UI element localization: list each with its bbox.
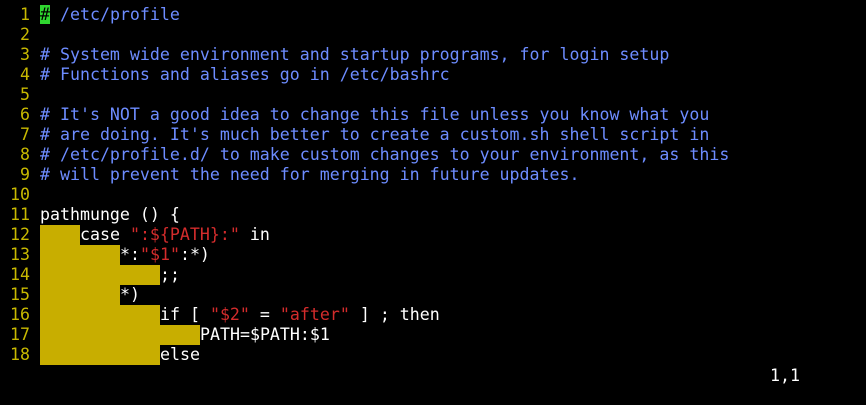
editor-line[interactable]: 5 [0, 85, 866, 105]
line-number: 10 [10, 185, 30, 204]
line-content: if [ "$2" = "after" ] ; then [40, 305, 440, 325]
line-number: 9 [20, 165, 30, 184]
code-token-plain: PATH=$PATH:$1 [200, 325, 330, 344]
editor-line[interactable]: 3 # System wide environment and startup p… [0, 45, 866, 65]
editor-line[interactable]: 17 PATH=$PATH:$1 [0, 325, 866, 345]
line-number: 14 [10, 265, 30, 284]
code-token-comment: # System wide environment and startup pr… [40, 45, 670, 64]
line-number: 2 [20, 25, 30, 44]
line-number: 16 [10, 305, 30, 324]
code-token-plain: pathmunge () { [40, 205, 180, 224]
line-content: # System wide environment and startup pr… [40, 45, 669, 65]
code-token-plain: :*) [179, 245, 210, 264]
tab-indent-highlight [40, 325, 200, 345]
code-token-plain: if [ [160, 305, 210, 324]
code-token-plain: else [160, 345, 200, 364]
editor-line[interactable]: 2 [0, 25, 866, 45]
editor-buffer[interactable]: 1 # /etc/profile 2 3 # System wide environme… [0, 5, 866, 365]
editor-line[interactable]: 6 # It's NOT a good idea to change this f… [0, 105, 866, 125]
editor-line[interactable]: 12 case ":${PATH}:" in [0, 225, 866, 245]
code-token-plain: in [239, 225, 270, 244]
editor-line[interactable]: 18 else [0, 345, 866, 365]
tab-indent-highlight [40, 245, 120, 265]
tab-indent-highlight [40, 345, 160, 365]
editor-line[interactable]: 7 # are doing. It's much better to create… [0, 125, 866, 145]
code-token-comment: # are doing. It's much better to create … [40, 125, 710, 144]
line-number: 12 [10, 225, 30, 244]
line-content: case ":${PATH}:" in [40, 225, 270, 245]
line-content: *:"$1":*) [40, 245, 210, 265]
line-number: 8 [20, 145, 30, 164]
line-number: 3 [20, 45, 30, 64]
line-number: 13 [10, 245, 30, 264]
line-content: else [40, 345, 200, 365]
code-token-str: "$1" [139, 245, 180, 264]
line-number: 7 [20, 125, 30, 144]
line-content: pathmunge () { [40, 205, 180, 225]
line-content: # /etc/profile [40, 5, 180, 25]
line-content: *) [40, 285, 140, 305]
line-number: 5 [20, 85, 30, 104]
line-content: PATH=$PATH:$1 [40, 325, 330, 345]
tab-indent-highlight [40, 305, 160, 325]
code-token-str: ":${PATH}:" [129, 225, 240, 244]
code-token-str: "$2" [209, 305, 250, 324]
editor-line[interactable]: 14;; [0, 265, 866, 285]
line-number: 17 [10, 325, 30, 344]
editor-line[interactable]: 4 # Functions and aliases go in /etc/bash… [0, 65, 866, 85]
editor-line[interactable]: 10 [0, 185, 866, 205]
line-number: 11 [10, 205, 30, 224]
tab-indent-highlight [40, 265, 160, 285]
code-token-plain: ;; [160, 265, 180, 284]
line-content: # are doing. It's much better to create … [40, 125, 709, 145]
editor-line[interactable]: 15 *) [0, 285, 866, 305]
tab-indent-highlight [40, 285, 120, 305]
code-token-plain: case [80, 225, 130, 244]
code-token-plain: *) [120, 285, 140, 304]
editor-line[interactable]: 16 if [ "$2" = "after" ] ; then [0, 305, 866, 325]
code-token-comment: # /etc/profile.d/ to make custom changes… [40, 145, 730, 164]
code-token-comment: /etc/profile [50, 5, 180, 24]
code-token-str: "after" [279, 305, 350, 324]
code-token-comment: # Functions and aliases go in /etc/bashr… [40, 65, 450, 84]
editor-line[interactable]: 1 # /etc/profile [0, 5, 866, 25]
editor-line[interactable]: 11 pathmunge () { [0, 205, 866, 225]
line-content: ;; [40, 265, 180, 285]
line-number: 15 [10, 285, 30, 304]
line-content: # Functions and aliases go in /etc/bashr… [40, 65, 450, 85]
text-cursor: # [40, 5, 50, 24]
line-number: 6 [20, 105, 30, 124]
code-token-plain: = [249, 305, 280, 324]
line-number: 4 [20, 65, 30, 84]
editor-line[interactable]: 13 *:"$1":*) [0, 245, 866, 265]
cursor-position-ruler: 1,1 [770, 366, 800, 385]
line-content: # /etc/profile.d/ to make custom changes… [40, 145, 729, 165]
tab-indent-highlight [40, 225, 80, 245]
editor-line[interactable]: 8 # /etc/profile.d/ to make custom change… [0, 145, 866, 165]
line-content: # It's NOT a good idea to change this fi… [40, 105, 709, 125]
editor-line[interactable]: 9 # will prevent the need for merging in … [0, 165, 866, 185]
code-token-comment: # will prevent the need for merging in f… [40, 165, 580, 184]
code-token-plain: *: [120, 245, 140, 264]
code-token-plain: ] ; then [349, 305, 440, 324]
line-content: # will prevent the need for merging in f… [40, 165, 579, 185]
line-number: 1 [20, 5, 30, 24]
code-token-comment: # It's NOT a good idea to change this fi… [40, 105, 710, 124]
line-number: 18 [10, 345, 30, 364]
